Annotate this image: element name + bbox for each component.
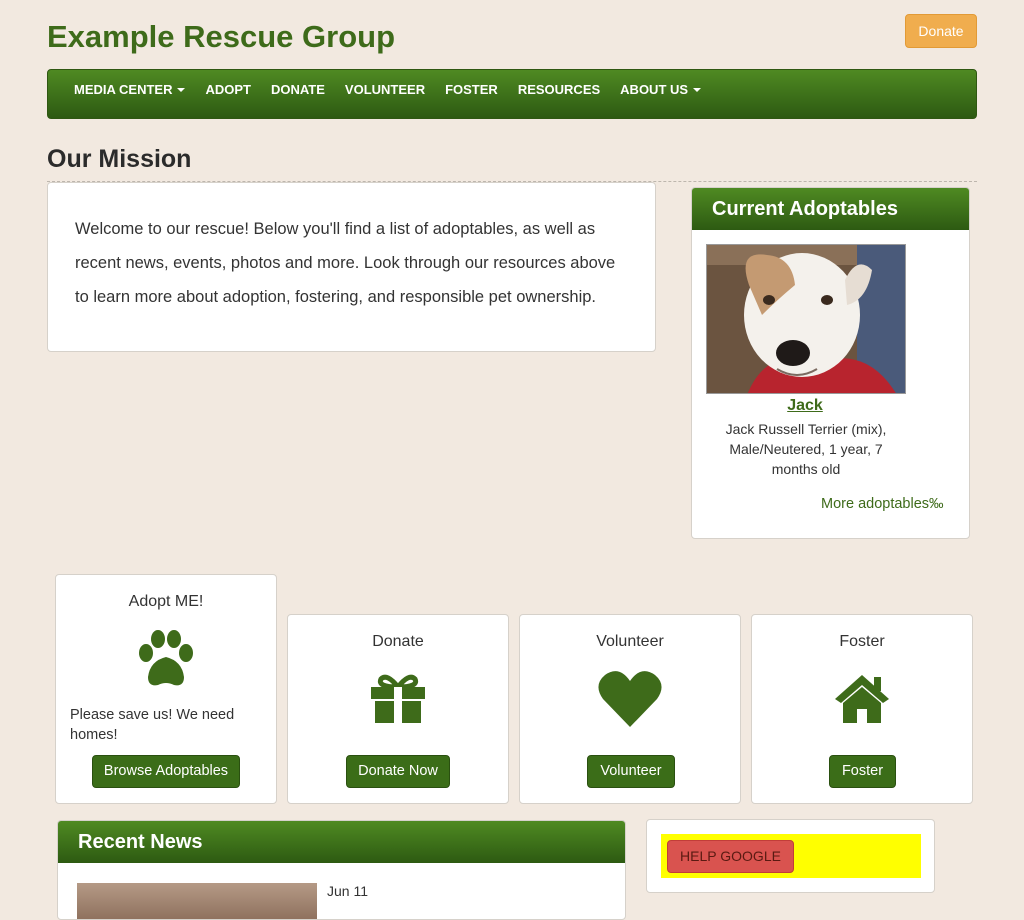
- panel-heading: Current Adoptables: [692, 188, 969, 230]
- volunteer-button[interactable]: Volunteer: [587, 755, 675, 788]
- nav-label: ABOUT US: [620, 82, 689, 97]
- card-title: Foster: [839, 633, 885, 650]
- browse-adoptables-button[interactable]: Browse Adoptables: [92, 755, 240, 788]
- card-text: Please save us! We need homes!: [70, 707, 235, 743]
- caret-down-icon: [693, 87, 702, 92]
- card-title: Adopt ME!: [128, 593, 204, 610]
- help-widget: HELP GOOGLE: [646, 819, 935, 893]
- pet-name-link[interactable]: Jack: [692, 397, 918, 415]
- current-adoptables-panel: Current Adoptables Jack Jack Russell Ter…: [691, 187, 970, 539]
- highlight-area: HELP GOOGLE: [661, 834, 921, 878]
- nav-label: VOLUNTEER: [344, 82, 426, 97]
- nav-item-adopt[interactable]: ADOPT: [195, 70, 261, 98]
- donate-now-button[interactable]: Donate Now: [346, 755, 450, 788]
- nav-label: DONATE: [270, 82, 325, 97]
- nav-item-about-us[interactable]: ABOUT US: [610, 70, 711, 98]
- news-date: Jun 11: [327, 883, 368, 899]
- help-google-button[interactable]: HELP GOOGLE: [667, 840, 794, 873]
- nav-item-volunteer[interactable]: VOLUNTEER: [335, 70, 435, 98]
- paw-icon: [56, 629, 276, 689]
- donate-card: Donate Donate Now: [287, 614, 509, 804]
- card-title: Volunteer: [596, 633, 664, 650]
- panel-heading: Recent News: [58, 821, 625, 863]
- pet-photo[interactable]: [706, 244, 906, 394]
- gift-icon: [288, 673, 508, 725]
- nav-label: ADOPT: [205, 82, 251, 97]
- nav-item-resources[interactable]: RESOURCES: [508, 70, 610, 98]
- home-icon: [752, 673, 972, 723]
- more-adoptables-link[interactable]: More adoptables‰: [821, 496, 944, 512]
- nav-item-foster[interactable]: FOSTER: [435, 70, 508, 98]
- caret-down-icon: [177, 87, 186, 92]
- heart-icon: [520, 669, 740, 729]
- dog-illustration: [707, 245, 905, 393]
- donate-header-button[interactable]: Donate: [905, 14, 977, 48]
- recent-news-panel: Recent News Jun 11: [57, 820, 626, 920]
- nav-item-media-center[interactable]: MEDIA CENTER: [64, 70, 195, 98]
- welcome-text: Welcome to our rescue! Below you'll find…: [47, 182, 656, 352]
- adopt-card: Adopt ME! Please save us! We need homes!…: [55, 574, 277, 804]
- foster-card: Foster Foster: [751, 614, 973, 804]
- main-navbar: MEDIA CENTER ADOPT DONATE VOLUNTEER FOST…: [47, 69, 977, 119]
- pet-description: Jack Russell Terrier (mix), Male/Neutere…: [725, 421, 887, 477]
- foster-button[interactable]: Foster: [829, 755, 896, 788]
- nav-label: MEDIA CENTER: [74, 82, 173, 97]
- news-thumbnail[interactable]: [77, 883, 317, 919]
- nav-label: FOSTER: [445, 82, 498, 97]
- nav-label: RESOURCES: [517, 82, 601, 97]
- nav-item-donate[interactable]: DONATE: [261, 70, 335, 98]
- site-title[interactable]: Example Rescue Group: [47, 18, 395, 56]
- page-title: Our Mission: [47, 145, 192, 173]
- card-title: Donate: [372, 633, 424, 650]
- volunteer-card: Volunteer Volunteer: [519, 614, 741, 804]
